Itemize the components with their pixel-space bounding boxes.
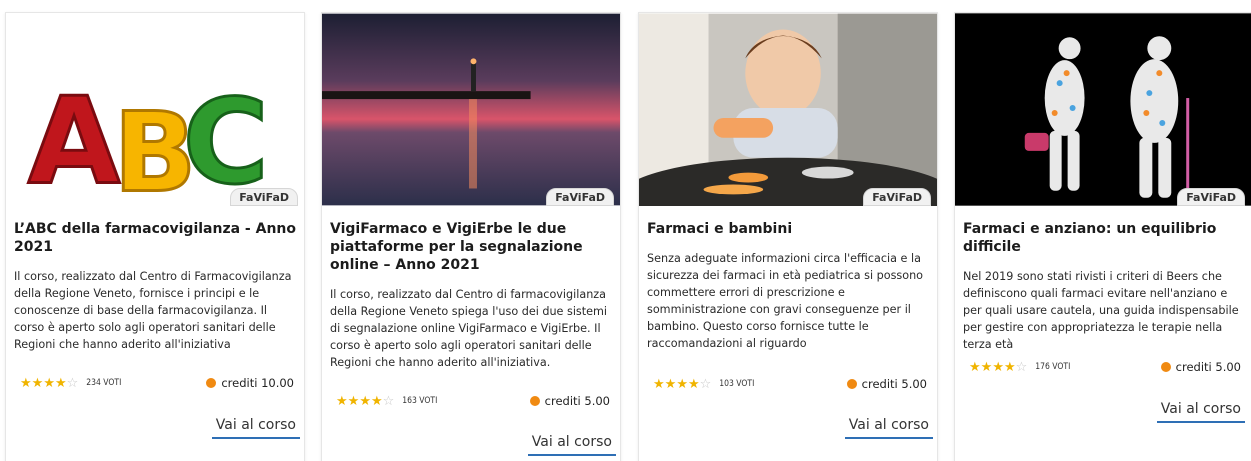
credits-label: crediti 5.00 xyxy=(1175,360,1241,374)
star-filled-icon: ★ xyxy=(31,375,44,391)
go-to-course-button[interactable]: Vai al corso xyxy=(211,417,300,439)
course-credits: crediti 5.00 xyxy=(529,394,610,408)
star-filled-icon: ★ xyxy=(980,359,993,375)
star-empty-icon: ☆ xyxy=(66,375,79,391)
credits-dot-icon xyxy=(1160,362,1171,372)
rating-stars: ★ ★ ★ ★ ☆ 176 VOTI xyxy=(969,361,1070,374)
course-title[interactable]: Farmaci e anziano: un equilibrio diffici… xyxy=(963,220,1243,256)
star-filled-icon: ★ xyxy=(370,393,383,409)
star-filled-icon: ★ xyxy=(676,376,688,392)
rating-stars: ★ ★ ★ ★ ☆ 103 VOTI xyxy=(653,378,754,391)
provider-badge: FaViFaD xyxy=(546,188,614,206)
course-meta: ★ ★ ★ ★ ☆ 103 VOTI crediti 5.00 xyxy=(653,377,927,391)
course-description: Il corso, realizzato dal Centro di Farma… xyxy=(14,270,292,351)
star-filled-icon: ★ xyxy=(20,375,32,391)
course-image-child-pills[interactable]: FaViFaD xyxy=(639,13,937,206)
star-filled-icon: ★ xyxy=(969,359,981,375)
course-card[interactable]: FaViFaD Farmaci e bambini Senza adeguate… xyxy=(638,12,938,461)
star-filled-icon: ★ xyxy=(347,393,360,409)
star-filled-icon: ★ xyxy=(54,375,67,391)
votes-count: 234 VOTI xyxy=(86,378,122,388)
abc-letters-illustration: A B C xyxy=(6,13,304,206)
course-credits: crediti 5.00 xyxy=(1160,360,1241,374)
star-empty-icon: ☆ xyxy=(382,393,395,409)
rating-stars: ★ ★ ★ ★ ☆ 163 VOTI xyxy=(336,395,437,408)
rating-stars: ★ ★ ★ ★ ☆ 234 VOTI xyxy=(20,377,121,390)
course-description: Senza adeguate informazioni circa l'effi… xyxy=(647,252,924,350)
credits-dot-icon xyxy=(846,379,857,389)
go-to-course-button[interactable]: Vai al corso xyxy=(1156,401,1245,423)
child-with-pills-photo xyxy=(639,13,937,206)
svg-text:C: C xyxy=(183,74,269,206)
star-filled-icon: ★ xyxy=(653,376,665,392)
star-filled-icon: ★ xyxy=(687,376,700,392)
course-meta: ★ ★ ★ ★ ☆ 176 VOTI crediti 5.00 xyxy=(969,360,1241,374)
star-filled-icon: ★ xyxy=(359,393,371,409)
course-image-elderly-pills[interactable]: FaViFaD xyxy=(955,13,1251,206)
provider-badge: FaViFaD xyxy=(863,188,931,206)
course-meta: ★ ★ ★ ★ ☆ 163 VOTI crediti 5.00 xyxy=(336,394,610,408)
course-card[interactable]: FaViFaD VigiFarmaco e VigiErbe le due pi… xyxy=(321,12,621,461)
course-image-abc[interactable]: A B C FaViFaD xyxy=(6,13,304,206)
elderly-pills-illustration xyxy=(955,13,1251,206)
course-title[interactable]: VigiFarmaco e VigiErbe le due piattaform… xyxy=(330,220,612,274)
course-title[interactable]: Farmaci e bambini xyxy=(647,220,929,238)
course-card[interactable]: A B C FaViFaD L’ABC della farmacovigilan… xyxy=(5,12,305,461)
provider-badge: FaViFaD xyxy=(230,188,298,206)
credits-label: crediti 5.00 xyxy=(544,394,610,408)
svg-text:A: A xyxy=(28,73,120,206)
credits-dot-icon xyxy=(529,396,540,406)
star-filled-icon: ★ xyxy=(664,376,677,392)
course-credits: crediti 10.00 xyxy=(206,376,294,390)
star-filled-icon: ★ xyxy=(336,393,348,409)
votes-count: 163 VOTI xyxy=(402,396,438,406)
credits-label: crediti 5.00 xyxy=(861,377,927,391)
star-filled-icon: ★ xyxy=(1003,359,1016,375)
star-filled-icon: ★ xyxy=(43,375,55,391)
lighthouse-sunset-photo xyxy=(322,13,620,206)
star-empty-icon: ☆ xyxy=(699,376,712,392)
course-meta: ★ ★ ★ ★ ☆ 234 VOTI crediti 10.00 xyxy=(20,376,294,390)
course-description: Il corso, realizzato dal Centro di farma… xyxy=(330,288,608,369)
votes-count: 103 VOTI xyxy=(719,379,755,389)
go-to-course-button[interactable]: Vai al corso xyxy=(527,434,616,456)
provider-badge: FaViFaD xyxy=(1177,188,1245,206)
votes-count: 176 VOTI xyxy=(1035,362,1071,372)
course-description: Nel 2019 sono stati rivisti i criteri di… xyxy=(963,270,1239,351)
credits-dot-icon xyxy=(206,378,217,388)
star-empty-icon: ☆ xyxy=(1015,359,1028,375)
course-card[interactable]: FaViFaD Farmaci e anziano: un equilibrio… xyxy=(954,12,1251,461)
course-title[interactable]: L’ABC della farmacovigilanza - Anno 2021 xyxy=(14,220,296,256)
star-filled-icon: ★ xyxy=(992,359,1004,375)
credits-label: crediti 10.00 xyxy=(221,376,294,390)
go-to-course-button[interactable]: Vai al corso xyxy=(844,417,933,439)
course-image-lighthouse-sunset[interactable]: FaViFaD xyxy=(322,13,620,206)
course-credits: crediti 5.00 xyxy=(846,377,927,391)
